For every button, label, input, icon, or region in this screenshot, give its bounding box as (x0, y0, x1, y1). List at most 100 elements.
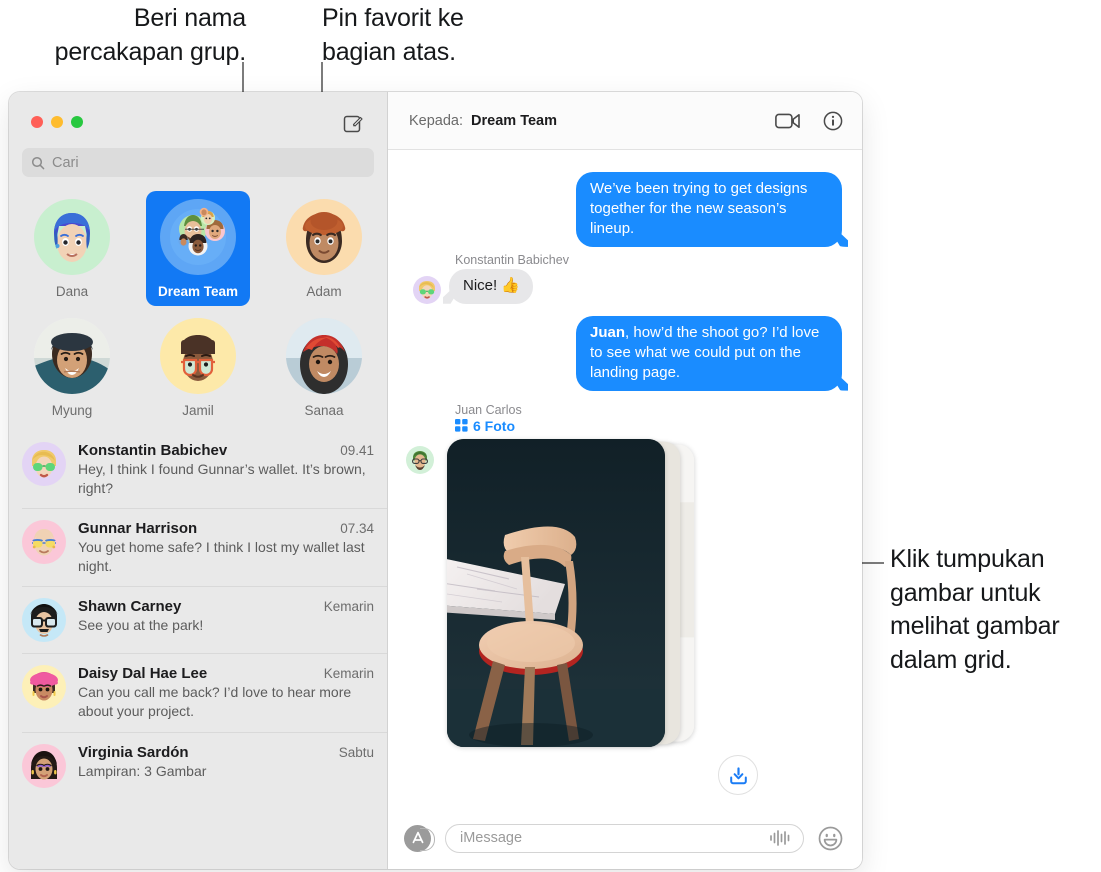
conversation-header: Kepada: Dream Team (388, 92, 862, 150)
conversation-row-top: Daisy Dal Hae Lee Kemarin (78, 665, 374, 682)
avatar-sanaa (286, 318, 362, 394)
conversation-name: Daisy Dal Hae Lee (78, 665, 208, 683)
callout-click-stack: Klik tumpukan gambar untuk melihat gamba… (890, 543, 1101, 677)
conversation-body: Gunnar Harrison 07.34 You get home safe?… (78, 520, 374, 575)
search-icon (31, 156, 45, 169)
message-bubble-outgoing-2-text: , how’d the shoot go? I’d love to see wh… (590, 323, 820, 381)
message-sender-juan-carlos: Juan Carlos (455, 402, 522, 417)
avatar-message-konstantin (413, 275, 441, 304)
search-placeholder: Cari (52, 154, 79, 171)
conversation-preview: See you at the park! (78, 617, 204, 634)
smiley-face-icon[interactable] (818, 826, 843, 851)
avatar-dream-team (160, 199, 236, 275)
pinned-item-dream-team[interactable]: Dream Team (146, 191, 250, 306)
photo-stack-row (447, 438, 842, 747)
avatar-daisy-dal-hae-lee (22, 665, 66, 710)
photo-count-link[interactable]: 6 Foto (455, 418, 842, 434)
sidebar-titlebar (9, 92, 387, 148)
conversation-list: Konstantin Babichev 09.41 Hey, I think I… (9, 431, 387, 869)
conversation-name: Gunnar Harrison (78, 520, 198, 538)
pinned-conversations: Dana Dream Team Adam Myung Jamil Sanaa (9, 177, 387, 431)
imessage-placeholder: iMessage (460, 830, 523, 846)
callout-name-group: Beri nama percakapan grup. (0, 2, 247, 69)
callout-name-group-text: Beri nama percakapan grup. (54, 4, 247, 66)
pinned-label-adam: Adam (306, 284, 342, 299)
conversation-preview: Can you call me back? I’d love to hear m… (78, 684, 352, 720)
message-thread[interactable]: We’ve been trying to get designs togethe… (388, 150, 862, 807)
conversation-time: Kemarin (323, 666, 374, 682)
avatar-gunnar-harrison (22, 520, 66, 565)
callout-pin-favorites-text: Pin favorit ke bagian atas. (322, 4, 464, 66)
avatar-adam (286, 199, 362, 275)
message-row-incoming-1: Nice! 👍 (404, 268, 842, 304)
search-input[interactable]: Cari (22, 148, 374, 177)
conversation-row-konstantin-babichev[interactable]: Konstantin Babichev 09.41 Hey, I think I… (22, 431, 387, 510)
pinned-label-jamil: Jamil (182, 403, 214, 418)
pinned-item-adam[interactable]: Adam (272, 191, 376, 306)
message-bubble-outgoing-1[interactable]: We’ve been trying to get designs togethe… (576, 172, 842, 247)
conversation-name: Konstantin Babichev (78, 442, 228, 459)
photo-stack[interactable] (447, 438, 695, 747)
conversation-row-top: Konstantin Babichev 09.41 (78, 442, 374, 459)
save-photos-button[interactable] (718, 755, 758, 795)
message-mention-juan: Juan (590, 323, 626, 341)
conversation-row-top: Virginia Sardón Sabtu (78, 744, 374, 761)
conversation-pane: Kepada: Dream Team We’ve been trying to … (388, 92, 862, 869)
conversation-body: Konstantin Babichev 09.41 Hey, I think I… (78, 442, 374, 497)
imessage-input[interactable]: iMessage (445, 823, 804, 853)
app-store-icon[interactable] (404, 824, 435, 852)
close-button[interactable] (31, 116, 43, 128)
pinned-item-myung[interactable]: Myung (20, 310, 124, 425)
conversation-row-top: Shawn Carney Kemarin (78, 598, 374, 615)
pinned-label-myung: Myung (51, 403, 93, 418)
photo-card-front[interactable] (447, 438, 665, 747)
facetime-video-icon[interactable] (775, 112, 801, 130)
conversation-row-shawn-carney[interactable]: Shawn Carney Kemarin See you at the park… (22, 587, 387, 655)
pinned-label-dream-team: Dream Team (157, 284, 239, 299)
conversation-body: Shawn Carney Kemarin See you at the park… (78, 598, 374, 642)
photo-count-label: 6 Foto (473, 417, 515, 434)
conversation-row-gunnar-harrison[interactable]: Gunnar Harrison 07.34 You get home safe?… (22, 509, 387, 588)
messages-window: Cari Dana Dream Team Adam Myung Jamil Sa… (9, 92, 862, 869)
avatar-jamil (160, 318, 236, 394)
header-actions (775, 111, 843, 131)
avatar-message-juan-carlos (406, 446, 434, 474)
download-icon (729, 766, 747, 784)
info-circle-icon[interactable] (823, 111, 843, 131)
message-row-outgoing-1: We’ve been trying to get designs togethe… (404, 172, 842, 247)
message-bubble-outgoing-2[interactable]: Juan, how’d the shoot go? I’d love to se… (576, 315, 842, 391)
pinned-label-dana: Dana (55, 284, 89, 299)
minimize-button[interactable] (51, 116, 63, 128)
conversation-body: Virginia Sardón Sabtu Lampiran: 3 Gambar (78, 744, 374, 788)
zoom-button[interactable] (71, 116, 83, 128)
to-recipient[interactable]: Dream Team (471, 113, 557, 129)
conversation-time: 09.41 (340, 443, 374, 458)
callout-click-stack-text: Klik tumpukan gambar untuk melihat gamba… (890, 545, 1060, 674)
message-row-outgoing-2: Juan, how’d the shoot go? I’d love to se… (404, 315, 842, 391)
pinned-label-sanaa: Sanaa (304, 403, 344, 418)
pinned-item-jamil[interactable]: Jamil (146, 310, 250, 425)
conversation-time: Sabtu (338, 744, 374, 760)
sidebar: Cari Dana Dream Team Adam Myung Jamil Sa… (9, 92, 388, 869)
photo-chair-image (447, 438, 665, 747)
conversation-row-daisy-dal-hae-lee[interactable]: Daisy Dal Hae Lee Kemarin Can you call m… (22, 654, 387, 733)
to-label: Kepada: (409, 112, 464, 129)
message-bubble-incoming-1[interactable]: Nice! 👍 (449, 268, 534, 304)
conversation-time: 07.34 (340, 521, 374, 537)
pinned-item-sanaa[interactable]: Sanaa (272, 310, 376, 425)
avatar-myung (34, 318, 110, 394)
compose-icon[interactable] (342, 113, 364, 135)
conversation-preview: Lampiran: 3 Gambar (78, 762, 207, 779)
avatar-shawn-carney (22, 598, 66, 643)
window-controls (31, 116, 83, 128)
pinned-item-dana[interactable]: Dana (20, 191, 124, 306)
conversation-row-top: Gunnar Harrison 07.34 (78, 520, 374, 537)
audio-waveform-icon[interactable] (768, 829, 792, 847)
conversation-row-virginia-sardon[interactable]: Virginia Sardón Sabtu Lampiran: 3 Gambar (22, 733, 387, 799)
grid-icon (455, 419, 468, 432)
avatar-dana (34, 199, 110, 275)
photo-stack-meta: Juan Carlos 6 Foto (455, 403, 842, 434)
conversation-preview: You get home safe? I think I lost my wal… (78, 539, 365, 574)
message-composer: iMessage (388, 807, 862, 869)
avatar-konstantin-babichev (22, 442, 66, 486)
